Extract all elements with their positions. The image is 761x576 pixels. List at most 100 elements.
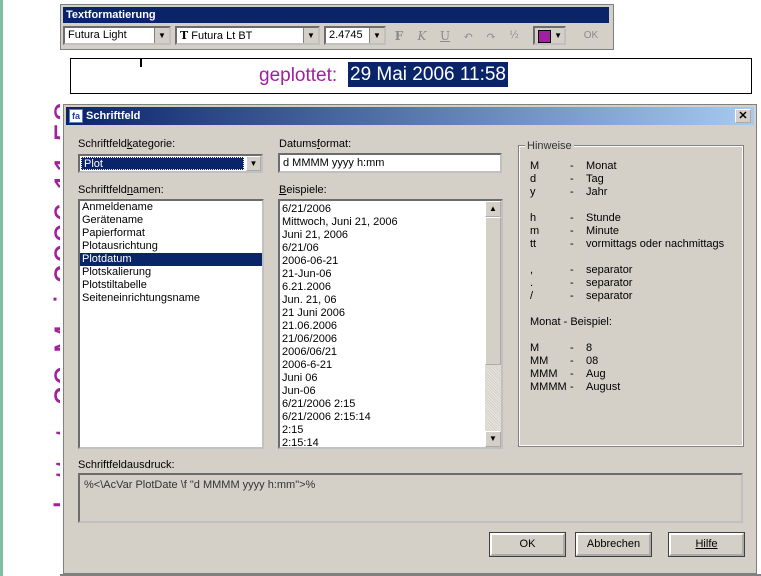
hints-group: Hinweise M - Monat d - Tag y - Jahr h - Stunde m - Min… [518, 140, 744, 447]
hint-code: M [530, 160, 540, 172]
example-item[interactable]: 2006-6-21 [280, 359, 485, 372]
dialog-title-bar: fa Schriftfeld ✕ [66, 107, 754, 125]
edit-selected-field[interactable]: 29 Mai 2006 11:58 [348, 62, 508, 87]
field-name-item[interactable]: Seiteneinrichtungsname [80, 292, 262, 305]
example-item[interactable]: Mittwoch, Juni 21, 2006 [280, 216, 485, 229]
text-height-value: 2.4745 [329, 29, 363, 41]
chevron-down-icon[interactable]: ▼ [369, 28, 384, 43]
drawing-area-left: geplottet: 29 Mai 2006 11:58 [0, 0, 60, 576]
hint-description: August [586, 381, 621, 393]
hint-row: tt - vormittags oder nachmittags [530, 238, 740, 251]
example-item[interactable]: 6.21.2006 [280, 281, 485, 294]
color-picker[interactable]: ▼ [533, 26, 566, 45]
hint-row: , - separator [530, 264, 740, 277]
hint-code: MM [530, 355, 549, 367]
hint-row: / - separator [530, 290, 740, 303]
edit-text-label: geplottet: [259, 65, 338, 86]
example-item[interactable]: 2006-06-21 [280, 255, 485, 268]
hint-description: Monat [586, 160, 617, 172]
hint-row: MMM - Aug [530, 368, 740, 381]
italic-icon[interactable]: K [413, 28, 431, 44]
hint-code: MMM [530, 368, 558, 380]
hint-separator: - [570, 160, 574, 172]
example-item[interactable]: Jun-06 [280, 385, 485, 398]
hint-row: . - separator [530, 277, 740, 290]
example-item[interactable]: 6/21/2006 2:15 [280, 398, 485, 411]
field-name-item[interactable]: Plotskalierung [80, 266, 262, 279]
hint-separator: - [570, 173, 574, 185]
chevron-down-icon[interactable]: ▼ [554, 28, 562, 43]
example-item[interactable]: 6/21/2006 [280, 203, 485, 216]
hint-code: tt [530, 238, 537, 250]
field-name-item[interactable]: Plotdatum [80, 253, 262, 266]
hint-code: m [530, 225, 540, 237]
example-item[interactable]: Juni 06 [280, 372, 485, 385]
hint-row [530, 329, 740, 342]
underline-icon[interactable]: U [436, 28, 454, 44]
example-item[interactable]: 21-Jun-06 [280, 268, 485, 281]
font-combo[interactable]: T Futura Lt BT ▼ [175, 26, 320, 45]
scroll-up-icon[interactable]: ▲ [485, 201, 501, 217]
hint-separator: - [570, 212, 574, 224]
close-icon[interactable]: ✕ [735, 109, 751, 123]
example-item[interactable]: 2:15 [280, 424, 485, 437]
chevron-down-icon[interactable]: ▼ [154, 28, 169, 43]
field-names-list[interactable]: Anmeldename Gerätename Papierformat Plotaus… [78, 199, 264, 449]
hint-separator: - [570, 277, 574, 289]
example-item[interactable]: Juni 21, 2006 [280, 229, 485, 242]
example-item[interactable]: 21 Juni 2006 [280, 307, 485, 320]
font-combo-value: Futura Lt BT [191, 30, 253, 42]
hint-row: M - Monat [530, 160, 740, 173]
example-item[interactable]: 21.06.2006 [280, 320, 485, 333]
help-button[interactable]: Hilfe [668, 532, 745, 557]
example-item[interactable]: 6/21/06 [280, 242, 485, 255]
examples-scrollbar[interactable]: ▲ ▼ [485, 201, 501, 447]
date-format-input[interactable]: d MMMM yyyy h:mm [278, 153, 502, 173]
field-name-item[interactable]: Anmeldename [80, 201, 262, 214]
text-height-combo[interactable]: 2.4745 ▼ [324, 26, 386, 45]
format-label: Datumsformat: [279, 138, 352, 150]
cancel-button[interactable]: Abbrechen [575, 532, 652, 557]
example-item[interactable]: 2006/06/21 [280, 346, 485, 359]
chevron-down-icon[interactable]: ▼ [303, 28, 318, 43]
hint-code: h [530, 212, 537, 224]
hint-separator: - [570, 355, 574, 367]
hint-description: Aug [586, 368, 606, 380]
examples-list[interactable]: 6/21/2006 Mittwoch, Juni 21, 2006 Juni 21,… [278, 199, 503, 449]
hint-code: / [530, 290, 534, 302]
hint-code: Monat - Beispiel: [530, 316, 612, 328]
style-combo[interactable]: Futura Light ▼ [63, 26, 171, 45]
hint-row: h - Stunde [530, 212, 740, 225]
field-name-item[interactable]: Plotausrichtung [80, 240, 262, 253]
hint-description: vormittags oder nachmittags [586, 238, 725, 250]
redo-icon[interactable]: ↷ [482, 28, 500, 44]
mtext-editor[interactable]: geplottet: 29 Mai 2006 11:58 [70, 58, 752, 94]
example-item[interactable]: 2:15:14 [280, 437, 485, 447]
ok-button[interactable]: OK [489, 532, 566, 557]
category-select[interactable]: Plot ▼ [78, 154, 263, 173]
hint-code: . [530, 277, 534, 289]
hint-separator: - [570, 238, 574, 250]
hint-row [530, 199, 740, 212]
undo-icon[interactable]: ↶ [459, 28, 477, 44]
stack-icon[interactable]: ½ [505, 28, 523, 44]
field-name-item[interactable]: Papierformat [80, 227, 262, 240]
chevron-down-icon[interactable]: ▼ [246, 156, 261, 171]
hint-code: y [530, 186, 536, 198]
field-icon: fa [69, 109, 83, 123]
bold-icon[interactable]: F [390, 28, 408, 44]
example-item[interactable]: Jun. 21, 06 [280, 294, 485, 307]
hint-row: Monat - Beispiel: [530, 316, 740, 329]
scroll-thumb[interactable] [485, 217, 501, 365]
example-item[interactable]: 6/21/2006 2:15:14 [280, 411, 485, 424]
vertical-plot-label: geplottet: 29 Mai 2006 11:58 [48, 100, 60, 570]
hint-description: Stunde [586, 212, 621, 224]
field-name-item[interactable]: Plotstiltabelle [80, 279, 262, 292]
example-item[interactable]: 21/06/2006 [280, 333, 485, 346]
hint-description: 08 [586, 355, 599, 367]
toolbar-ok-button[interactable]: OK [577, 27, 605, 44]
field-name-item[interactable]: Gerätename [80, 214, 262, 227]
hint-description: Jahr [586, 186, 608, 198]
field-expression: %<\AcVar PlotDate \f "d MMMM yyyy h:mm">… [78, 473, 743, 523]
scroll-down-icon[interactable]: ▼ [485, 431, 501, 447]
